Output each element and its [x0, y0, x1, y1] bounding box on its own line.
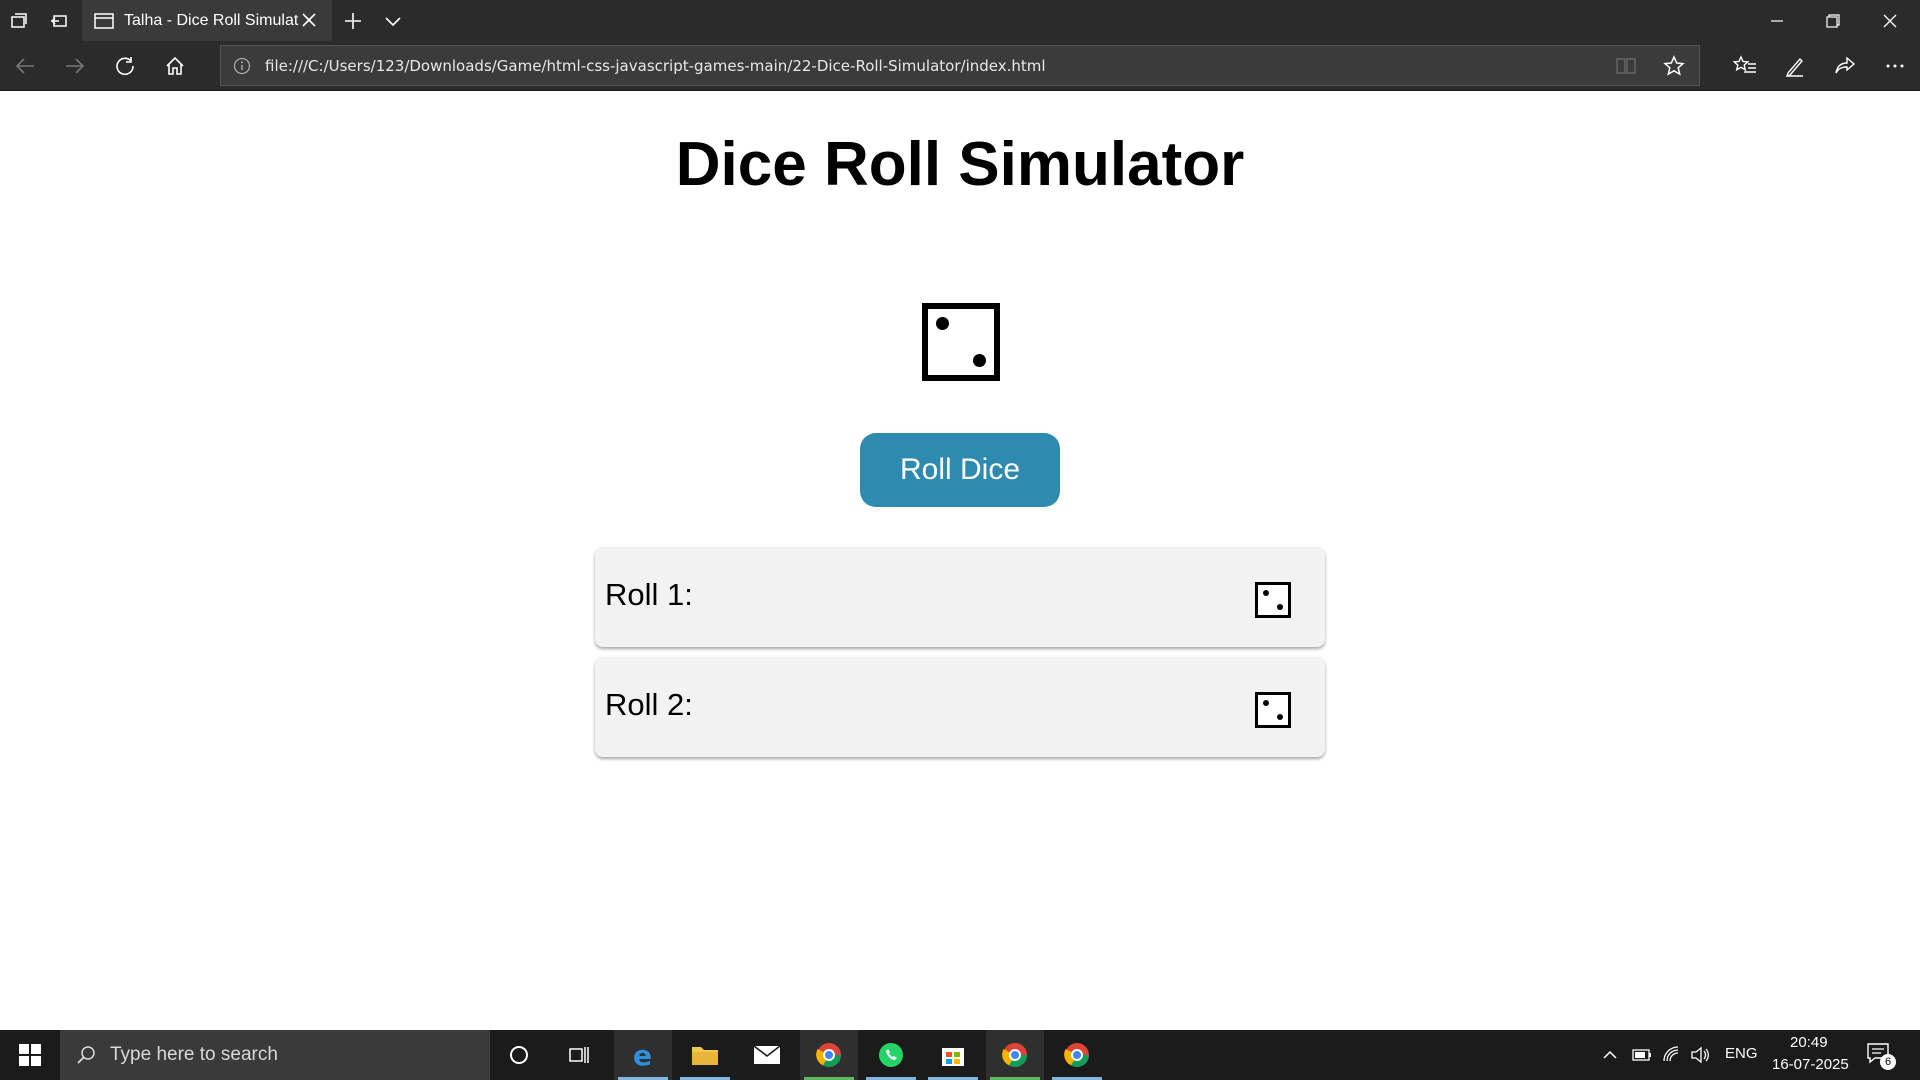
favorites-icon[interactable]: [1730, 51, 1760, 81]
wifi-icon[interactable]: [1662, 1045, 1682, 1063]
volume-icon[interactable]: [1690, 1046, 1710, 1064]
minimize-icon[interactable]: [1749, 0, 1805, 41]
dice-face-2-icon: [922, 303, 1000, 381]
pen-icon[interactable]: [1780, 51, 1810, 81]
address-bar[interactable]: file:///C:/Users/123/Downloads/Game/html…: [220, 45, 1700, 86]
search-placeholder: Type here to search: [110, 1044, 278, 1065]
more-options-icon[interactable]: [1880, 51, 1910, 81]
address-text[interactable]: file:///C:/Users/123/Downloads/Game/html…: [265, 57, 1046, 75]
mail-icon[interactable]: [738, 1030, 796, 1080]
info-icon[interactable]: [233, 57, 251, 75]
roll-dice-button[interactable]: Roll Dice: [860, 433, 1060, 507]
file-explorer-icon[interactable]: [676, 1030, 734, 1080]
chrome-icon[interactable]: [1048, 1030, 1106, 1080]
clock-time[interactable]: 20:49: [1790, 1034, 1828, 1051]
edge-browser-icon[interactable]: e: [614, 1030, 672, 1080]
reading-view-icon[interactable]: [1615, 56, 1637, 76]
taskbar-search-box[interactable]: Type here to search: [60, 1030, 490, 1080]
language-indicator[interactable]: ENG: [1725, 1045, 1758, 1062]
task-view-icon[interactable]: [550, 1030, 608, 1080]
clock-date[interactable]: 16-07-2025: [1772, 1056, 1849, 1073]
page-title: Dice Roll Simulator: [675, 130, 1245, 199]
set-aside-tabs-icon[interactable]: [46, 8, 72, 34]
browser-navbar: file:///C:/Users/123/Downloads/Game/html…: [0, 41, 1920, 91]
roll-label: Roll 2:: [605, 687, 693, 722]
die-pip: [973, 354, 986, 367]
die-pip: [1263, 700, 1269, 706]
notification-count-badge: 6: [1880, 1054, 1896, 1070]
svg-text:e: e: [633, 1041, 652, 1069]
refresh-icon[interactable]: [110, 51, 140, 81]
roll-history-list: Roll 1: Roll 2:: [595, 547, 1325, 767]
list-item: Roll 2:: [595, 657, 1325, 757]
dice-face-2-icon: [1255, 582, 1291, 618]
list-item: Roll 1:: [595, 547, 1325, 647]
cortana-icon[interactable]: [490, 1030, 548, 1080]
browser-titlebar: Talha - Dice Roll Simulat: [0, 0, 1920, 41]
die-pip: [1277, 604, 1283, 610]
whatsapp-icon[interactable]: [862, 1030, 920, 1080]
tab-manager-icon[interactable]: [6, 8, 32, 34]
battery-icon[interactable]: [1632, 1048, 1652, 1062]
tab-active[interactable]: Talha - Dice Roll Simulat: [82, 0, 332, 41]
dice-face-2-icon: [1255, 692, 1291, 728]
notifications-icon[interactable]: 6: [1866, 1042, 1896, 1070]
favorite-star-icon[interactable]: [1663, 55, 1685, 77]
page-icon: [94, 12, 114, 29]
page-content: Dice Roll Simulator Roll Dice Roll 1: Ro…: [0, 91, 1920, 1030]
windows-start-icon[interactable]: [0, 1030, 60, 1080]
home-icon[interactable]: [160, 51, 190, 81]
new-tab-icon[interactable]: [340, 8, 366, 34]
close-tab-icon[interactable]: [298, 9, 320, 31]
tab-title: Talha - Dice Roll Simulat: [124, 11, 299, 29]
die-pip: [1277, 714, 1283, 720]
tab-preview-chevron-icon[interactable]: [380, 8, 406, 34]
die-pip: [936, 317, 949, 330]
share-icon[interactable]: [1830, 51, 1860, 81]
chrome-icon[interactable]: [986, 1030, 1044, 1080]
back-icon[interactable]: [10, 51, 40, 81]
close-window-icon[interactable]: [1862, 0, 1918, 41]
microsoft-store-icon[interactable]: [924, 1030, 982, 1080]
search-icon: [77, 1046, 95, 1064]
show-hidden-icons-chevron-icon[interactable]: [1602, 1047, 1618, 1063]
chrome-profile-icon[interactable]: [800, 1030, 858, 1080]
die-pip: [1263, 590, 1269, 596]
restore-icon[interactable]: [1805, 0, 1861, 41]
roll-label: Roll 1:: [605, 577, 693, 612]
taskbar: Type here to search e ENG 20:49 16-07-20…: [0, 1030, 1920, 1080]
forward-icon[interactable]: [60, 51, 90, 81]
